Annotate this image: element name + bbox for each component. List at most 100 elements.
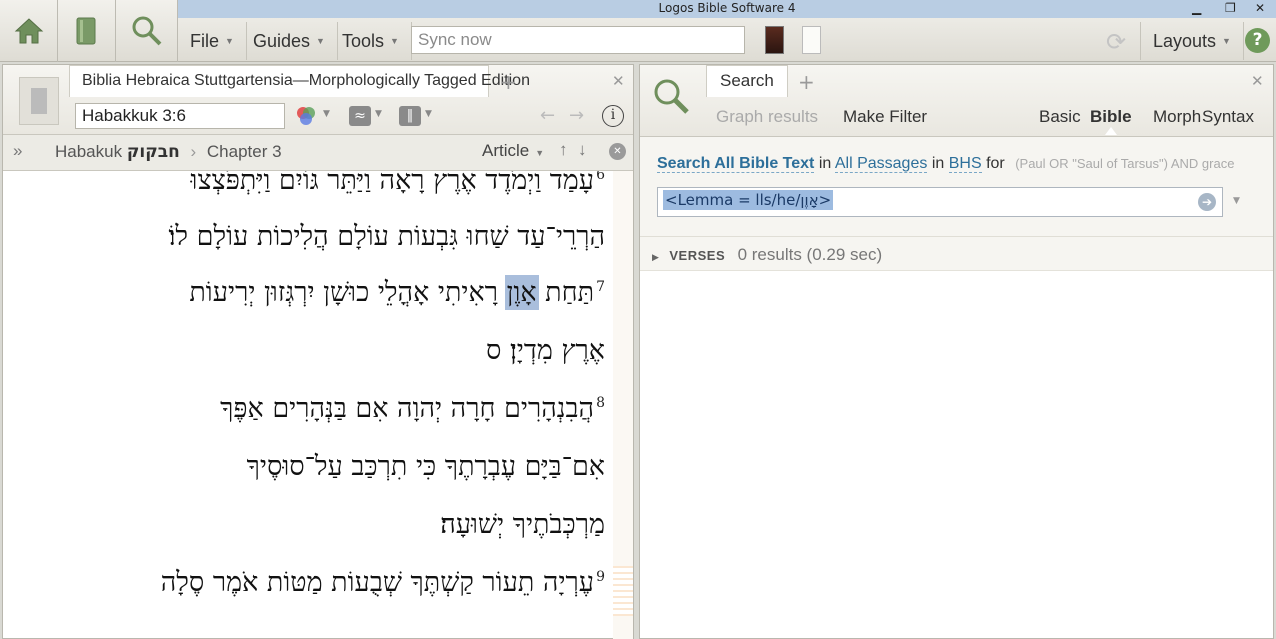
results-header[interactable]: ▶ VERSES 0 results (0.29 sec) (640, 237, 1273, 271)
results-summary: 0 results (0.29 sec) (737, 245, 883, 264)
text-line: 7תַּחַת אָוֶן רָאִיתִי אָהֳלֵי כוּשָׁן י… (189, 277, 605, 308)
breadcrumb: Habakuk חבקוק › Chapter 3 (55, 142, 282, 162)
article-selector[interactable]: Article ▼ (482, 141, 544, 161)
layouts-menu[interactable]: Layouts ▼ (1140, 22, 1244, 60)
active-mode-indicator (1105, 127, 1117, 135)
history-dropdown-icon[interactable]: ▼ (1233, 196, 1240, 206)
line-text: מַרְכְּבֹתֶיךָ יְשׁוּעָה׃ (440, 509, 605, 540)
verse-number[interactable]: 8 (596, 395, 605, 411)
chevron-down-icon: ▼ (1222, 36, 1231, 46)
mode-basic[interactable]: Basic (1039, 107, 1081, 127)
library-button[interactable] (58, 0, 116, 62)
down-arrow-icon[interactable]: ↓ (578, 140, 587, 160)
mode-syntax[interactable]: Syntax (1202, 107, 1254, 127)
close-panel-icon[interactable]: ✕ (612, 72, 625, 90)
search-panel-header: Search + ✕ Graph results Make Filter Bas… (640, 65, 1273, 137)
sync-field[interactable]: Sync now (411, 26, 745, 54)
text-line: 8הֲבִנְהָרִים חָרָה יְהוָה אִם בַּנְּהָר… (220, 393, 605, 424)
restore-icon[interactable]: ❐ (1225, 0, 1236, 17)
chevron-down-icon: ▼ (225, 36, 234, 46)
menu-guides[interactable]: Guides ▼ (241, 22, 338, 60)
text-line: אִם־בַּיָּם עֶבְרָתֶךָ כִּי תִרְכַּב עַל… (247, 451, 605, 482)
passages-dropdown[interactable]: All Passages (834, 155, 928, 173)
window-title: Logos Bible Software 4 (178, 0, 1276, 18)
search-form: Search All Bible Text in All Passages in… (640, 137, 1273, 237)
magnifier-icon (132, 16, 162, 46)
article-label: Article (482, 141, 530, 160)
sync-icon[interactable]: ⟳ (1106, 28, 1126, 56)
verse-number[interactable]: 7 (596, 279, 605, 295)
search-tab[interactable]: Search (706, 65, 788, 97)
add-tab-icon[interactable]: + (500, 70, 517, 94)
make-filter-button[interactable]: Make Filter (843, 107, 927, 127)
line-text: רָאִיתִי אָהֳלֵי כוּשָׁן יִרְגְּזוּן יְר… (189, 277, 498, 308)
search-query-input[interactable]: <Lemma = lls/he/אָוֶן> ➔ (657, 187, 1223, 217)
close-circle-icon[interactable]: ✕ (609, 143, 626, 160)
resource-cover-icon[interactable] (19, 77, 59, 125)
chevron-down-icon[interactable]: ▼ (323, 109, 330, 119)
line-text: אִם־בַּיָּם עֶבְרָתֶךָ כִּי תִרְכַּב עַל… (246, 451, 605, 482)
line-text: הֲבִנְהָרִים חָרָה יְהוָה אִם בַּנְּהָרִ… (220, 393, 595, 424)
in-label: in (931, 155, 945, 172)
chevron-down-icon[interactable]: ▼ (375, 109, 382, 119)
visual-filters-icon[interactable] (295, 105, 317, 127)
text-line: 9עֶרְיָה תֵעוֹר קַשְׁתֶּךָ שְׁבֻעוֹת מַט… (161, 567, 605, 598)
query-text: <Lemma = lls/he/אָוֶן> (663, 190, 834, 210)
close-icon[interactable]: ✕ (1255, 0, 1265, 17)
search-button[interactable] (117, 0, 178, 62)
home-icon (14, 18, 43, 44)
parallel-icon[interactable]: ‖ (399, 106, 421, 126)
expand-icon[interactable]: » (13, 141, 22, 161)
close-panel-icon[interactable]: ✕ (1251, 72, 1264, 90)
help-button[interactable]: ? (1245, 28, 1270, 53)
verse-number[interactable]: 6 (596, 171, 605, 183)
mode-morph[interactable]: Morph (1153, 107, 1201, 127)
home-button[interactable] (0, 0, 58, 62)
layouts-label: Layouts (1153, 30, 1217, 51)
chevron-down-icon: ▼ (390, 36, 399, 46)
recent-book-thumbnail[interactable] (802, 26, 821, 54)
scrollbar[interactable] (613, 171, 633, 639)
info-icon[interactable]: i (602, 105, 624, 127)
verse-number[interactable]: 9 (596, 569, 605, 585)
mode-bible[interactable]: Bible (1090, 107, 1132, 127)
breadcrumb-book[interactable]: Habakuk (55, 142, 122, 161)
go-icon[interactable]: ➔ (1198, 193, 1216, 211)
search-type-dropdown[interactable]: Search All Bible Text (657, 155, 815, 173)
back-arrow-icon[interactable]: ← (540, 105, 555, 126)
bible-text-pane[interactable]: 6עָמַד וַיְמֹדֶד אֶרֶץ רָאָה וַיַּתֵּר ג… (3, 171, 633, 639)
breadcrumb-chapter[interactable]: Chapter 3 (207, 142, 282, 161)
menu-guides-label: Guides (253, 30, 311, 51)
chevron-right-icon: › (190, 142, 197, 161)
menu-file-label: File (190, 30, 220, 51)
breadcrumb-bar: » Habakuk חבקוק › Chapter 3 Article ▼ ↑ ↓… (3, 135, 633, 171)
highlighted-word[interactable]: אָוֶן (506, 277, 537, 308)
resource-panel-header: Biblia Hebraica Stuttgartensia—Morpholog… (3, 65, 633, 135)
minimize-icon[interactable]: ▁ (1192, 0, 1201, 17)
resource-tab-title[interactable]: Biblia Hebraica Stuttgartensia—Morpholog… (69, 65, 530, 97)
search-scope-line: Search All Bible Text in All Passages in… (657, 155, 1234, 173)
magnifier-icon (654, 79, 689, 114)
menu-tools[interactable]: Tools ▼ (330, 22, 412, 60)
search-panel-icon[interactable] (652, 77, 690, 119)
results-section-label: VERSES (669, 248, 726, 263)
graph-results-button[interactable]: Graph results (716, 107, 818, 127)
version-dropdown[interactable]: BHS (948, 155, 982, 173)
reference-box[interactable]: Habakkuk 3:6 (75, 103, 285, 129)
line-text: עָמַד וַיְמֹדֶד אֶרֶץ רָאָה וַיַּתֵּר גּ… (190, 171, 595, 196)
add-tab-icon[interactable]: + (798, 70, 815, 94)
inline-icon[interactable]: ≈ (349, 106, 371, 126)
recent-book-thumbnail[interactable] (765, 26, 784, 54)
text-line: אֶרֶץ מִדְיָן׃ ס (486, 335, 605, 366)
resource-panel: Biblia Hebraica Stuttgartensia—Morpholog… (2, 64, 634, 639)
menu-file[interactable]: File ▼ (178, 22, 247, 60)
query-hint: (Paul OR "Saul of Tarsus") AND grace (1015, 156, 1235, 171)
line-text-pre: תַּחַת (545, 277, 595, 308)
text-line: 6עָמַד וַיְמֹדֶד אֶרֶץ רָאָה וַיַּתֵּר ג… (191, 171, 605, 196)
chevron-down-icon: ▼ (316, 36, 325, 46)
forward-arrow-icon[interactable]: → (569, 105, 584, 126)
expand-triangle-icon[interactable]: ▶ (652, 252, 659, 262)
up-arrow-icon[interactable]: ↑ (559, 140, 568, 160)
main-toolbar: Logos Bible Software 4 ▁ ❐ ✕ File ▼ Guide… (0, 0, 1276, 62)
chevron-down-icon[interactable]: ▼ (425, 109, 432, 119)
